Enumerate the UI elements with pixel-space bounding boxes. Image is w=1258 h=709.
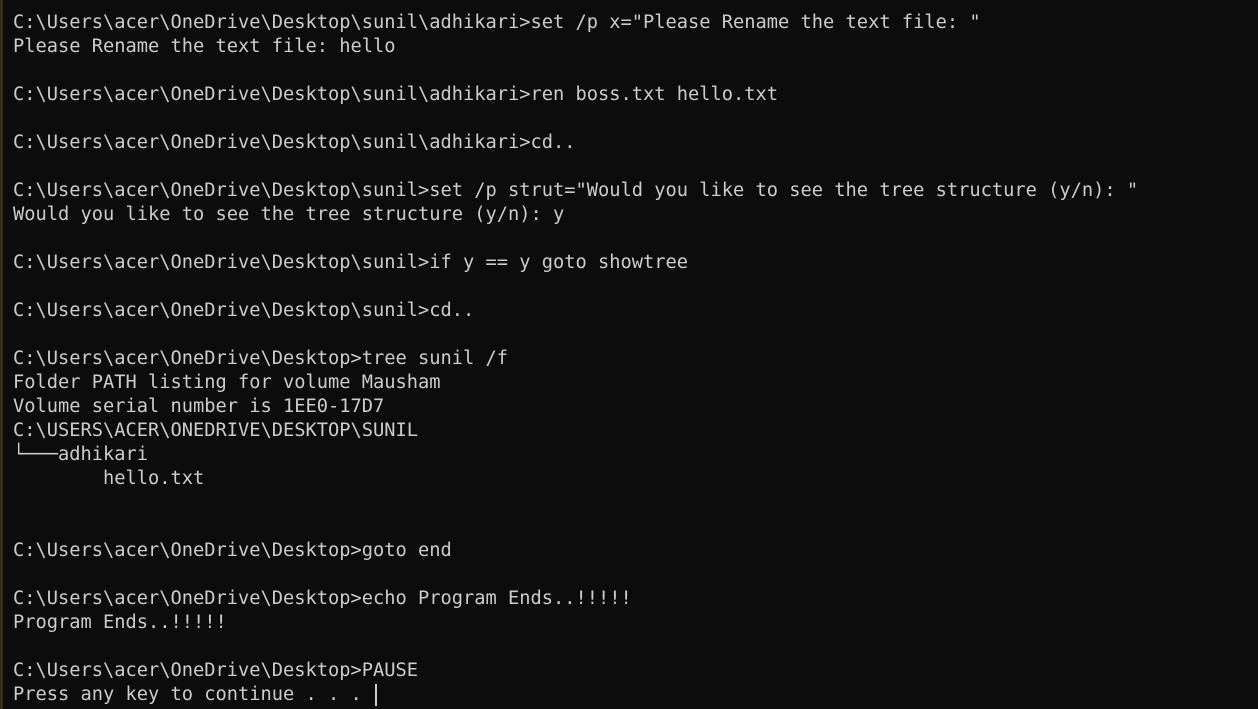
terminal-line-text: Program Ends..!!!!!	[13, 612, 227, 633]
terminal-line: C:\Users\acer\OneDrive\Desktop\sunil>if …	[13, 251, 1258, 275]
terminal-line: └───adhikari	[13, 443, 1258, 467]
terminal-line: C:\Users\acer\OneDrive\Desktop>tree suni…	[13, 347, 1258, 371]
terminal-line: C:\Users\acer\OneDrive\Desktop\sunil\adh…	[13, 131, 1258, 155]
terminal-line: C:\Users\acer\OneDrive\Desktop\sunil>cd.…	[13, 299, 1258, 323]
terminal-line-text: └───adhikari	[13, 444, 149, 465]
terminal-line: C:\Users\acer\OneDrive\Desktop\sunil\adh…	[13, 83, 1258, 107]
terminal-line: Folder PATH listing for volume Mausham	[13, 371, 1258, 395]
terminal-line-text: C:\Users\acer\OneDrive\Desktop>goto end	[13, 540, 452, 561]
terminal-line-text: C:\Users\acer\OneDrive\Desktop\sunil\adh…	[13, 84, 779, 105]
terminal-line-text: Please Rename the text file: hello	[13, 36, 396, 57]
terminal-line-text: C:\Users\acer\OneDrive\Desktop\sunil>cd.…	[13, 300, 475, 321]
text-cursor	[375, 683, 378, 706]
terminal-line: C:\Users\acer\OneDrive\Desktop>PAUSE	[13, 659, 1258, 683]
terminal-line: C:\Users\acer\OneDrive\Desktop>echo Prog…	[13, 587, 1258, 611]
terminal-line-text: C:\Users\acer\OneDrive\Desktop\sunil>set…	[13, 180, 1139, 201]
terminal-line: C:\Users\acer\OneDrive\Desktop\sunil>set…	[13, 179, 1258, 203]
terminal-line: Please Rename the text file: hello	[13, 35, 1258, 59]
terminal-line-text: hello.txt	[13, 468, 205, 489]
terminal-line: Press any key to continue . . .	[13, 683, 1258, 707]
terminal-line-text: Press any key to continue . . .	[13, 684, 374, 705]
terminal-line: Volume serial number is 1EE0-17D7	[13, 395, 1258, 419]
terminal-line-text: Would you like to see the tree structure…	[13, 204, 565, 225]
terminal-line: hello.txt	[13, 467, 1258, 491]
terminal-line: Would you like to see the tree structure…	[13, 203, 1258, 227]
terminal-line-text: Folder PATH listing for volume Mausham	[13, 372, 441, 393]
terminal-line-text: Volume serial number is 1EE0-17D7	[13, 396, 385, 417]
terminal-line-text: C:\USERS\ACER\ONEDRIVE\DESKTOP\SUNIL	[13, 420, 419, 441]
terminal-line: C:\Users\acer\OneDrive\Desktop>goto end	[13, 539, 1258, 563]
terminal-line-text: C:\Users\acer\OneDrive\Desktop>tree suni…	[13, 348, 509, 369]
terminal-line-text: C:\Users\acer\OneDrive\Desktop\sunil\adh…	[13, 132, 576, 153]
terminal-line-text: C:\Users\acer\OneDrive\Desktop>echo Prog…	[13, 588, 632, 609]
terminal-output[interactable]: C:\Users\acer\OneDrive\Desktop\sunil\adh…	[0, 0, 1258, 709]
terminal-line: C:\USERS\ACER\ONEDRIVE\DESKTOP\SUNIL	[13, 419, 1258, 443]
terminal-line: Program Ends..!!!!!	[13, 611, 1258, 635]
terminal-line: C:\Users\acer\OneDrive\Desktop\sunil\adh…	[13, 11, 1258, 35]
terminal-line-text: C:\Users\acer\OneDrive\Desktop\sunil\adh…	[13, 12, 981, 33]
terminal-line-text: C:\Users\acer\OneDrive\Desktop>PAUSE	[13, 660, 419, 681]
terminal-line-text: C:\Users\acer\OneDrive\Desktop\sunil>if …	[13, 252, 689, 273]
